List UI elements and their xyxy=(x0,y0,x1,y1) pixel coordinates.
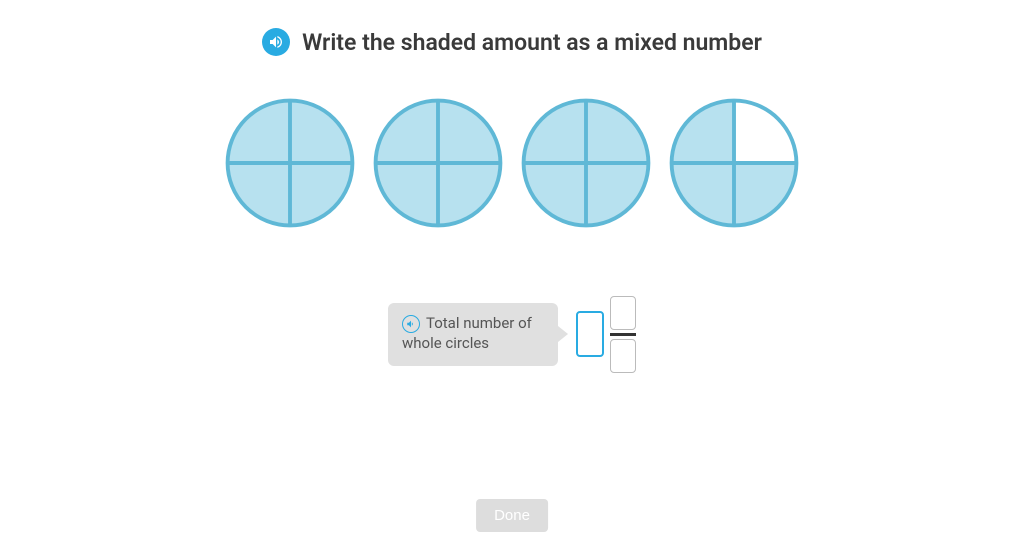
hint-text: Total number of whole circles xyxy=(402,314,532,352)
numerator-input[interactable] xyxy=(610,296,636,330)
fraction-circle xyxy=(373,98,503,228)
denominator-input[interactable] xyxy=(610,339,636,373)
fraction-bar xyxy=(610,333,636,336)
whole-number-input[interactable] xyxy=(576,311,604,357)
done-button[interactable]: Done xyxy=(476,499,548,532)
mixed-number-input xyxy=(576,296,636,373)
circles-row xyxy=(0,98,1024,228)
audio-button[interactable] xyxy=(262,28,290,56)
fraction-circle xyxy=(521,98,651,228)
fraction-circle xyxy=(669,98,799,228)
speaker-icon xyxy=(268,34,284,50)
question-text: Write the shaded amount as a mixed numbe… xyxy=(302,29,762,56)
hint-audio-button[interactable] xyxy=(402,315,420,333)
fraction-circle xyxy=(225,98,355,228)
hint-bubble: Total number of whole circles xyxy=(388,303,558,366)
speaker-icon xyxy=(406,319,416,329)
